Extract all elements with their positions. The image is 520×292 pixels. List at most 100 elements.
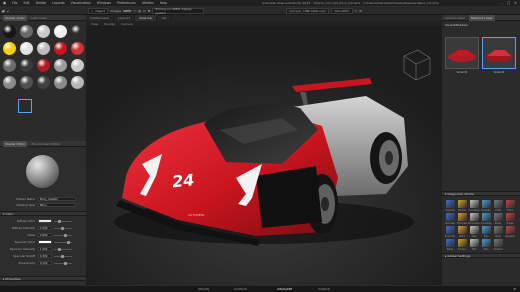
settings-icon[interactable]: ⚙ xyxy=(359,9,362,13)
tab-shader-lister[interactable]: Shader Lister xyxy=(3,14,27,21)
param-slider[interactable] xyxy=(54,261,72,265)
slider-knob[interactable] xyxy=(61,254,64,258)
tab-shader-editor[interactable]: Shader Editor xyxy=(3,140,28,147)
slider-knob[interactable] xyxy=(67,240,70,244)
param-slider[interactable] xyxy=(54,254,72,258)
tab-network-lister[interactable]: Network Lister xyxy=(468,14,495,21)
workspace-markup[interactable]: MARKUP xyxy=(318,287,330,291)
param-value-field[interactable]: 0.100 xyxy=(38,261,52,265)
menu-item-visualization[interactable]: Visualization xyxy=(71,1,91,5)
shader-ball[interactable] xyxy=(20,59,33,72)
diagnostic-shade-icon[interactable] xyxy=(506,200,515,208)
workspace-visualize[interactable]: VISUALIZE xyxy=(277,287,292,291)
shader-ball[interactable] xyxy=(37,25,50,38)
slider-knob[interactable] xyxy=(61,226,64,230)
shader-ball[interactable] xyxy=(20,76,33,89)
slider-knob[interactable] xyxy=(64,233,67,237)
diagnostic-shade-icon[interactable] xyxy=(506,213,515,221)
shader-ball[interactable] xyxy=(3,42,16,55)
param-slider[interactable] xyxy=(54,219,72,223)
param-value-field[interactable] xyxy=(38,240,52,244)
shader-ball[interactable] xyxy=(37,76,50,89)
global-settings-header[interactable]: ▸ Global Settings xyxy=(442,253,520,258)
minimize-icon[interactable]: – xyxy=(501,1,503,5)
tab-layout1[interactable]: Layout1 xyxy=(114,15,136,21)
shader-ball[interactable] xyxy=(71,42,84,55)
close-icon[interactable]: ✕ xyxy=(514,1,517,5)
shading-type-select[interactable]: Blinn xyxy=(38,203,76,207)
diagnostic-shade-icon[interactable] xyxy=(482,200,491,208)
param-value-field[interactable]: 1.000 xyxy=(38,247,52,251)
variant-thumb-2[interactable] xyxy=(482,37,516,69)
diagnostic-shade-icon[interactable] xyxy=(470,226,479,234)
camera-select[interactable]: Camera: CINE 4000 Cam xyxy=(286,7,330,14)
menu-item-file[interactable]: File xyxy=(12,1,17,5)
diagnostic-shade-icon[interactable] xyxy=(494,200,503,208)
diagnostic-shade-icon[interactable] xyxy=(494,226,503,234)
param-slider[interactable] xyxy=(54,240,72,244)
diagnostic-shade-icon[interactable] xyxy=(446,239,455,247)
param-slider[interactable] xyxy=(54,226,72,230)
diagnostic-shade-icon[interactable] xyxy=(446,213,455,221)
tab-alias-car[interactable]: Alias Car xyxy=(135,15,158,21)
viewport-menu-camera[interactable]: Camera xyxy=(121,22,133,26)
view-cube-icon[interactable]: ⬡ xyxy=(355,9,358,13)
param-value-field[interactable]: 1.000 xyxy=(38,226,52,230)
slider-knob[interactable] xyxy=(58,219,61,223)
diagnostic-shade-icon[interactable] xyxy=(494,239,503,247)
zoom-select[interactable]: 100.000% xyxy=(331,7,353,14)
diagnostic-shade-icon[interactable] xyxy=(458,226,467,234)
viewport-menu-display[interactable]: Display xyxy=(104,22,115,26)
diagnostic-shade-icon[interactable] xyxy=(470,200,479,208)
shader-name-field[interactable]: Body_metallic xyxy=(38,197,76,201)
diagnostic-shade-icon[interactable] xyxy=(482,213,491,221)
menu-item-windows[interactable]: Windows xyxy=(97,1,111,5)
properties-section-header[interactable]: ▸ Properties xyxy=(0,276,86,281)
diagnostic-shade-icon[interactable] xyxy=(446,226,455,234)
diagnostic-shade-icon[interactable] xyxy=(458,213,467,221)
tab-light-lister[interactable]: Light lister xyxy=(31,16,47,20)
menu-item-edit[interactable]: Edit xyxy=(23,1,29,5)
shader-ball[interactable] xyxy=(54,25,67,38)
menu-item-help[interactable]: Help xyxy=(160,1,167,5)
diagnostic-shade-icon[interactable] xyxy=(458,200,467,208)
vred-button[interactable]: VRED xyxy=(123,9,131,13)
diagnostic-shade-icon[interactable] xyxy=(506,226,515,234)
pick-object-icon[interactable]: ➹ xyxy=(7,9,10,13)
shader-ball[interactable] xyxy=(71,25,84,38)
shader-ball[interactable] xyxy=(54,76,67,89)
render-icon[interactable]: ☼ xyxy=(133,9,136,13)
tab-variant-lister[interactable]: Variant Lister xyxy=(445,16,465,20)
diagnostic-shade-icon[interactable] xyxy=(470,239,479,247)
menu-item-delete[interactable]: Delete xyxy=(36,1,46,5)
settings-icon[interactable]: ⚙ xyxy=(513,287,516,291)
shader-ball[interactable] xyxy=(3,76,16,89)
shader-ball[interactable] xyxy=(37,59,50,72)
tab-untitled-wire[interactable]: Untitled.wire xyxy=(86,15,115,21)
menu-item-preferences[interactable]: Preferences xyxy=(117,1,136,5)
diagnostic-shade-icon[interactable] xyxy=(458,239,467,247)
snap-icon[interactable]: ◎ xyxy=(143,9,146,13)
slider-knob[interactable] xyxy=(58,247,61,251)
viewport-menu-view[interactable]: View xyxy=(91,22,98,26)
param-value-field[interactable]: 0.800 xyxy=(38,233,52,237)
diagnostic-shade-icon[interactable] xyxy=(482,226,491,234)
shader-ball[interactable] xyxy=(20,42,33,55)
workspace-surface[interactable]: SURFACE xyxy=(234,287,247,291)
param-value-field[interactable]: 0.300 xyxy=(38,254,52,258)
variant-thumb-1[interactable] xyxy=(445,37,479,69)
shader-ball[interactable] xyxy=(3,59,16,72)
menu-item-utilities[interactable]: Utilities xyxy=(142,1,154,5)
palette-icon[interactable]: ▦ xyxy=(2,9,5,13)
tab-car[interactable]: Car xyxy=(157,15,172,21)
maximize-icon[interactable]: □ xyxy=(507,1,510,5)
shader-ball[interactable] xyxy=(54,42,67,55)
shader-ball[interactable] xyxy=(37,42,50,55)
diagnostic-shade-header[interactable]: ▾ Diagnostic Shade xyxy=(442,191,520,196)
diagnostic-shade-icon[interactable] xyxy=(446,200,455,208)
menu-item-layouts[interactable]: Layouts xyxy=(52,1,65,5)
grid-icon[interactable]: ▤ xyxy=(138,9,141,13)
param-value-field[interactable] xyxy=(38,219,52,223)
workspace-design[interactable]: DESIGN xyxy=(198,287,209,291)
shader-ball[interactable] xyxy=(54,59,67,72)
